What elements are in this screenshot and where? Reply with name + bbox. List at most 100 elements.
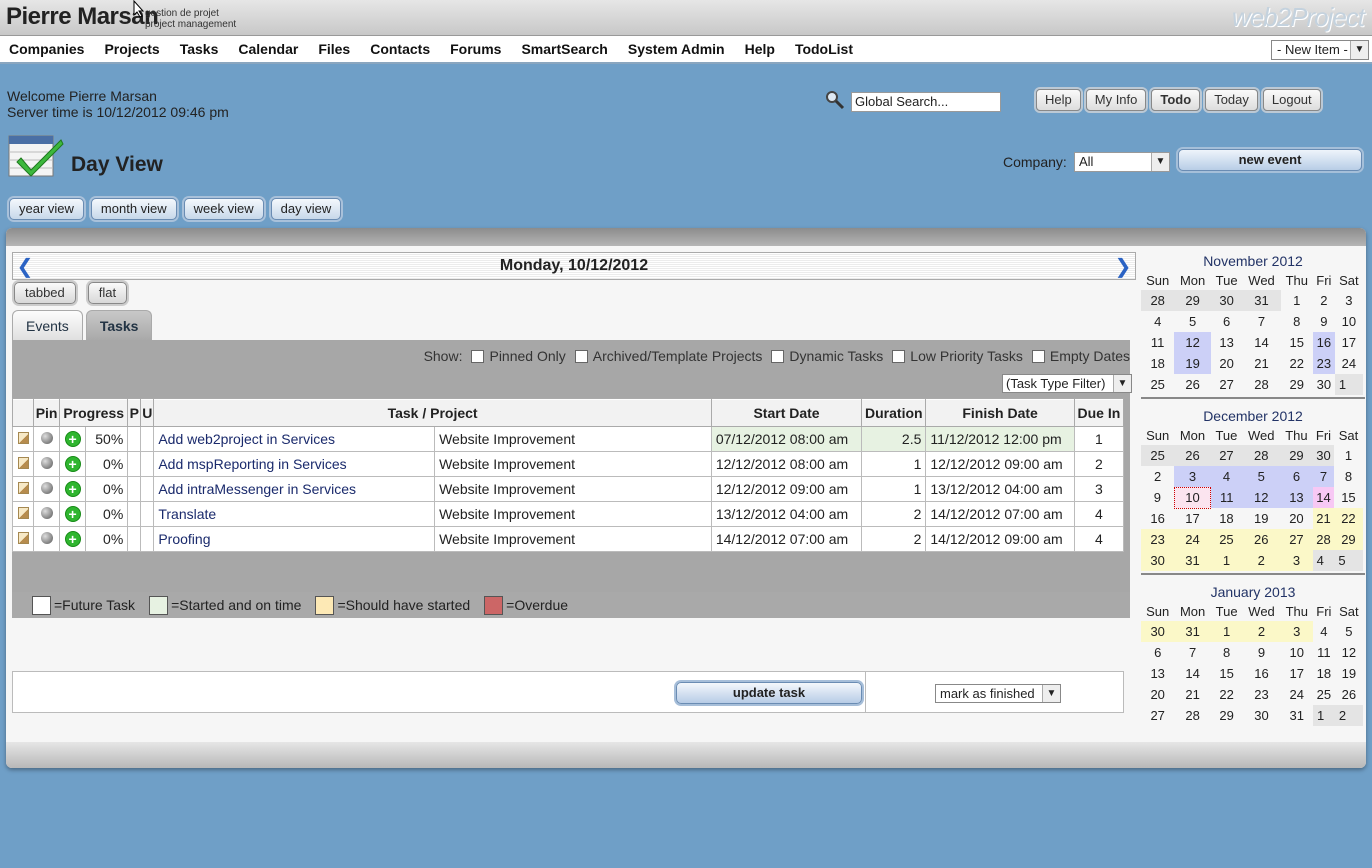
calendar-month-title[interactable]: November 2012 [1141,252,1365,270]
due-in-column-header[interactable]: Due In [1073,398,1125,427]
calendar-day[interactable]: 4 [1312,550,1335,571]
calendar-day[interactable]: 2 [1141,466,1174,487]
task-name-link[interactable]: Proofing [153,526,436,552]
calendar-day[interactable]: 2 [1334,705,1363,726]
logout-button[interactable]: Logout [1262,89,1321,111]
calendar-day[interactable]: 23 [1141,529,1175,550]
pin-cell[interactable] [33,501,61,527]
task-row[interactable]: +0% Add mspReporting in Services Website I… [11,451,1125,477]
calendar-day[interactable]: 10 [1173,486,1212,509]
pin-cell[interactable] [33,526,61,552]
calendar-day[interactable]: 29 [1211,705,1243,726]
edit-cell[interactable] [11,426,35,452]
calendar-day[interactable]: 21 [1242,353,1280,374]
update-task-button[interactable]: update task [676,682,862,704]
pinned-only-checkbox[interactable] [471,349,485,363]
calendar-day[interactable]: 12 [1174,332,1211,353]
calendar-day[interactable]: 19 [1174,353,1211,374]
calendar-day[interactable]: 8 [1281,311,1313,332]
calendar-day[interactable]: 16 [1141,508,1174,529]
menu-contacts[interactable]: Contacts [370,41,430,57]
my-info-button[interactable]: My Info [1085,89,1147,111]
calendar-day[interactable]: 1 [1210,621,1243,642]
edit-cell[interactable] [11,526,35,552]
calendar-day[interactable]: 1 [1281,290,1313,311]
task-row[interactable]: +0% Add intraMessenger in Services Website… [11,476,1125,502]
pin-icon[interactable] [40,507,53,519]
edit-cell[interactable] [11,451,35,477]
pin-icon[interactable] [40,532,53,544]
company-select[interactable]: All ▼ [1074,152,1170,172]
log-cell[interactable]: + [59,451,87,477]
calendar-day[interactable]: 8 [1334,466,1362,487]
calendar-day[interactable]: 6 [1211,311,1243,332]
menu-todolist[interactable]: TodoList [795,41,853,57]
menu-help[interactable]: Help [745,41,775,57]
calendar-day[interactable]: 27 [1210,445,1243,466]
calendar-day[interactable]: 28 [1312,529,1335,550]
calendar-day[interactable]: 28 [1141,290,1175,311]
menu-files[interactable]: Files [318,41,350,57]
calendar-day[interactable]: 25 [1141,374,1174,395]
pin-icon[interactable] [40,482,53,494]
add-log-icon[interactable]: + [64,431,81,447]
calendar-day[interactable]: 31 [1281,705,1313,726]
calendar-day[interactable]: 8 [1211,642,1243,663]
new-item-select[interactable]: - New Item - ▼ [1271,40,1369,60]
add-log-icon[interactable]: + [64,481,81,497]
calendar-day[interactable]: 13 [1141,663,1174,684]
calendar-day[interactable]: 13 [1280,487,1313,508]
menu-companies[interactable]: Companies [9,41,84,57]
calendar-day[interactable]: 26 [1335,684,1363,705]
flat-button[interactable]: flat [87,282,128,304]
task-name-link[interactable]: Translate [153,501,436,527]
calendar-day[interactable]: 22 [1211,684,1243,705]
calendar-day[interactable]: 25 [1210,529,1243,550]
calendar-day[interactable]: 12 [1335,642,1363,663]
menu-calendar[interactable]: Calendar [238,41,298,57]
calendar-day[interactable]: 11 [1141,332,1174,353]
calendar-day[interactable]: 9 [1141,487,1174,508]
calendar-day[interactable]: 19 [1242,508,1280,529]
calendar-day[interactable]: 10 [1281,642,1313,663]
menu-forums[interactable]: Forums [450,41,501,57]
pin-icon[interactable] [40,432,53,444]
day-view-button[interactable]: day view [270,198,342,220]
week-view-button[interactable]: week view [183,198,264,220]
pin-cell[interactable] [33,451,61,477]
menu-smartsearch[interactable]: SmartSearch [521,41,607,57]
calendar-day[interactable]: 7 [1174,642,1210,663]
low-priority-checkbox[interactable] [892,349,906,363]
log-cell[interactable]: + [59,476,87,502]
edit-icon[interactable] [17,532,29,544]
next-day-arrow-icon[interactable]: ❯ [1112,255,1134,277]
calendar-day[interactable]: 12 [1242,487,1281,508]
edit-icon[interactable] [17,482,29,494]
pin-cell[interactable] [33,426,61,452]
calendar-day[interactable]: 4 [1313,621,1335,642]
calendar-day[interactable]: 27 [1141,705,1174,726]
add-log-icon[interactable]: + [64,531,81,547]
calendar-day[interactable]: 18 [1313,663,1335,684]
calendar-day[interactable]: 24 [1174,529,1211,550]
calendar-day[interactable]: 7 [1312,466,1335,487]
edit-icon[interactable] [17,432,29,444]
calendar-day[interactable]: 14 [1312,487,1335,508]
calendar-day[interactable]: 29 [1280,445,1313,466]
calendar-day[interactable]: 31 [1242,290,1281,311]
calendar-day[interactable]: 7 [1242,311,1280,332]
add-log-icon[interactable]: + [64,506,81,522]
calendar-day[interactable]: 3 [1174,466,1211,487]
menu-projects[interactable]: Projects [104,41,159,57]
log-cell[interactable]: + [59,426,87,452]
pin-column-header[interactable]: Pin [33,398,61,427]
calendar-day[interactable]: 13 [1211,332,1243,353]
calendar-day[interactable]: 3 [1280,621,1313,642]
add-log-icon[interactable]: + [64,456,81,472]
calendar-day[interactable]: 29 [1174,290,1211,311]
calendar-day[interactable]: 1 [1334,374,1363,395]
calendar-day[interactable]: 15 [1281,332,1313,353]
calendar-day[interactable]: 26 [1242,529,1281,550]
task-row[interactable]: +50% Add web2project in Services Website I… [11,426,1125,452]
calendar-day[interactable]: 1 [1312,705,1335,726]
